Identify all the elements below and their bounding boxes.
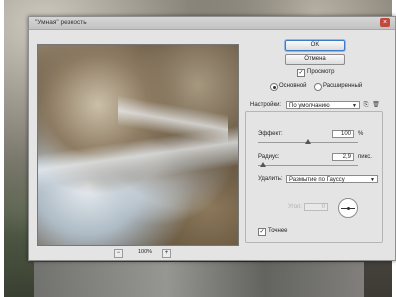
cancel-button[interactable]: Отмена	[285, 54, 345, 65]
more-accurate-label: Точнее	[268, 228, 288, 234]
remove-label: Удалить:	[258, 176, 283, 182]
settings-label: Настройки:	[250, 102, 282, 108]
zoom-level: 100%	[137, 249, 153, 255]
preview-image[interactable]	[37, 44, 239, 246]
chevron-down-icon: ▼	[352, 103, 357, 109]
remove-value: Размытие по Гауссу	[289, 177, 345, 183]
settings-value: По умолчанию	[289, 103, 330, 109]
ok-button[interactable]: OK	[285, 40, 345, 51]
close-icon[interactable]: ×	[380, 18, 390, 27]
more-accurate-checkbox[interactable]: ✓	[258, 228, 266, 236]
delete-settings-icon[interactable]: 🗑	[372, 101, 380, 109]
basic-radio[interactable]	[270, 83, 278, 91]
radius-slider-track[interactable]	[258, 165, 358, 166]
zoom-out-button[interactable]: −	[114, 249, 123, 258]
radius-label: Радиус:	[258, 154, 280, 160]
radius-input[interactable]: 2,9	[332, 153, 354, 161]
effect-unit: %	[358, 131, 364, 137]
remove-select[interactable]: Размытие по Гауссу ▼	[286, 175, 378, 183]
preview-label: Просмотр	[307, 69, 335, 75]
effect-label: Эффект:	[258, 131, 283, 137]
radius-slider-thumb[interactable]	[260, 162, 266, 167]
background-strip	[34, 262, 364, 297]
preview-checkbox[interactable]: ✓	[297, 69, 305, 77]
advanced-label: Расширенный	[323, 83, 363, 89]
angle-input[interactable]: 0	[304, 203, 328, 211]
angle-label: Угол:	[288, 204, 302, 210]
angle-dial-icon[interactable]	[338, 198, 358, 218]
save-settings-icon[interactable]: ⎘	[362, 101, 370, 109]
basic-label: Основной	[279, 83, 307, 89]
title-bar[interactable]: "Умная" резкость ×	[29, 17, 395, 30]
effect-input[interactable]: 100	[332, 130, 354, 138]
settings-select[interactable]: По умолчанию ▼	[286, 101, 360, 109]
settings-panel: Настройки: По умолчанию ▼ ⎘ 🗑 Эффект: 10…	[245, 101, 383, 243]
chevron-down-icon: ▼	[370, 177, 375, 183]
radius-unit: пикс.	[358, 154, 372, 160]
advanced-radio[interactable]	[314, 83, 322, 91]
zoom-in-button[interactable]: +	[162, 249, 171, 258]
dialog-title: "Умная" резкость	[35, 19, 87, 26]
effect-slider-thumb[interactable]	[305, 139, 311, 144]
smart-sharpen-dialog: "Умная" резкость × − 100% + OK Отмена ✓ …	[28, 16, 396, 261]
